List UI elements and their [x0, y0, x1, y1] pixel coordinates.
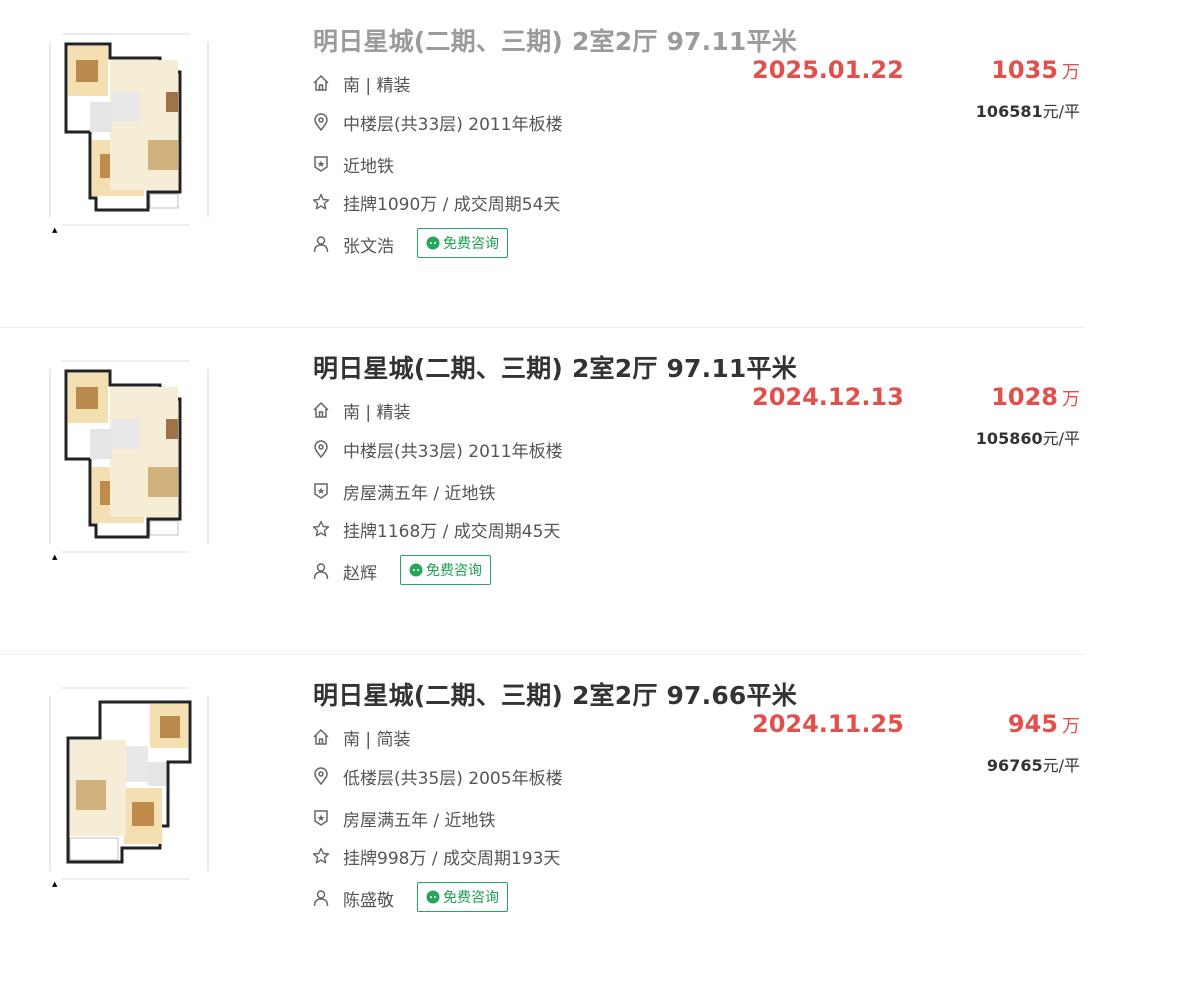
shield-badge-icon	[311, 154, 331, 174]
agent-row: 赵辉 免费咨询	[311, 555, 491, 585]
orientation-row: 南 | 精装	[311, 71, 411, 96]
total-price-unit: 万	[1062, 62, 1080, 83]
tags-row: 房屋满五年 / 近地铁	[311, 479, 496, 504]
location-pin-icon	[311, 439, 331, 459]
floorplan-image[interactable]: ▲	[40, 22, 218, 240]
unit-price-value: 105860	[975, 429, 1043, 448]
listing-title[interactable]: 明日星城(二期、三期) 2室2厅 97.11平米	[313, 349, 797, 385]
unit-price: 96765元/平	[987, 752, 1080, 776]
listing-info-row: 挂牌1090万 / 成交周期54天	[311, 190, 561, 215]
listing-info-row: 挂牌998万 / 成交周期193天	[311, 844, 561, 869]
agent-name[interactable]: 张文浩	[343, 232, 394, 257]
consult-label: 免费咨询	[443, 890, 499, 906]
listing-info-text: 挂牌1168万 / 成交周期45天	[343, 521, 561, 542]
listing-card: ▲ 明日星城(二期、三期) 2室2厅 97.11平米 南 | 精装 中楼层(共3…	[0, 0, 1085, 328]
location-pin-icon	[311, 112, 331, 132]
star-icon	[311, 846, 331, 866]
unit-price-value: 96765	[986, 756, 1043, 775]
consult-label: 免费咨询	[443, 236, 499, 252]
wechat-icon	[426, 890, 440, 904]
star-icon	[311, 192, 331, 212]
orientation-row: 南 | 精装	[311, 398, 411, 423]
consult-button[interactable]: 免费咨询	[417, 228, 508, 258]
agent-name[interactable]: 赵辉	[343, 559, 377, 584]
tags-row: 房屋满五年 / 近地铁	[311, 806, 496, 831]
total-price-unit: 万	[1062, 389, 1080, 410]
house-icon	[311, 73, 331, 93]
total-price-value: 945	[1007, 710, 1058, 738]
total-price: 945 万	[1008, 710, 1080, 738]
orientation-text: 南 | 精装	[343, 75, 411, 96]
listing-title[interactable]: 明日星城(二期、三期) 2室2厅 97.11平米	[313, 22, 797, 58]
unit-price: 105860元/平	[976, 425, 1080, 449]
orientation-row: 南 | 简装	[311, 725, 411, 750]
orientation-text: 南 | 简装	[343, 729, 411, 750]
svg-text:▲: ▲	[52, 553, 58, 561]
floor-text: 中楼层(共33层) 2011年板楼	[343, 114, 563, 135]
wechat-icon	[426, 236, 440, 250]
floor-text: 低楼层(共35层) 2005年板楼	[343, 768, 563, 789]
svg-text:▲: ▲	[52, 226, 58, 234]
tags-text: 房屋满五年 / 近地铁	[343, 810, 496, 831]
svg-text:▲: ▲	[52, 880, 58, 888]
floor-row: 中楼层(共33层) 2011年板楼	[311, 110, 563, 135]
listing-card: ▲ 明日星城(二期、三期) 2室2厅 97.66平米 南 | 简装 低楼层(共3…	[0, 654, 1085, 981]
person-icon	[311, 888, 331, 908]
consult-button[interactable]: 免费咨询	[400, 555, 491, 585]
total-price: 1028 万	[991, 383, 1080, 411]
tags-text: 近地铁	[343, 156, 394, 177]
deal-date: 2024.11.25	[752, 710, 904, 738]
floor-row: 低楼层(共35层) 2005年板楼	[311, 764, 563, 789]
location-pin-icon	[311, 766, 331, 786]
unit-price-value: 106581	[975, 102, 1043, 121]
agent-row: 张文浩 免费咨询	[311, 228, 508, 258]
listing-info-row: 挂牌1168万 / 成交周期45天	[311, 517, 561, 542]
tags-text: 房屋满五年 / 近地铁	[343, 483, 496, 504]
total-price-value: 1028	[991, 383, 1058, 411]
agent-row: 陈盛敬 免费咨询	[311, 882, 508, 912]
deal-date: 2024.12.13	[752, 383, 904, 411]
consult-label: 免费咨询	[426, 563, 482, 579]
orientation-text: 南 | 精装	[343, 402, 411, 423]
unit-price-suffix: 元/平	[1042, 429, 1080, 448]
listing-info-text: 挂牌1090万 / 成交周期54天	[343, 194, 561, 215]
consult-button[interactable]: 免费咨询	[417, 882, 508, 912]
star-icon	[311, 519, 331, 539]
total-price-value: 1035	[991, 56, 1058, 84]
unit-price-suffix: 元/平	[1042, 756, 1080, 775]
person-icon	[311, 234, 331, 254]
deal-date: 2025.01.22	[752, 56, 904, 84]
floor-row: 中楼层(共33层) 2011年板楼	[311, 437, 563, 462]
floorplan-image[interactable]: ▲	[40, 676, 218, 894]
floorplan-image[interactable]: ▲	[40, 349, 218, 567]
shield-badge-icon	[311, 808, 331, 828]
unit-price-suffix: 元/平	[1042, 102, 1080, 121]
house-icon	[311, 400, 331, 420]
wechat-icon	[409, 563, 423, 577]
agent-name[interactable]: 陈盛敬	[343, 886, 394, 911]
tags-row: 近地铁	[311, 152, 394, 177]
listing-card: ▲ 明日星城(二期、三期) 2室2厅 97.11平米 南 | 精装 中楼层(共3…	[0, 327, 1085, 655]
total-price: 1035 万	[991, 56, 1080, 84]
unit-price: 106581元/平	[976, 98, 1080, 122]
shield-badge-icon	[311, 481, 331, 501]
listing-title[interactable]: 明日星城(二期、三期) 2室2厅 97.66平米	[313, 676, 797, 712]
person-icon	[311, 561, 331, 581]
house-icon	[311, 727, 331, 747]
listing-info-text: 挂牌998万 / 成交周期193天	[343, 848, 561, 869]
floor-text: 中楼层(共33层) 2011年板楼	[343, 441, 563, 462]
total-price-unit: 万	[1062, 716, 1080, 737]
